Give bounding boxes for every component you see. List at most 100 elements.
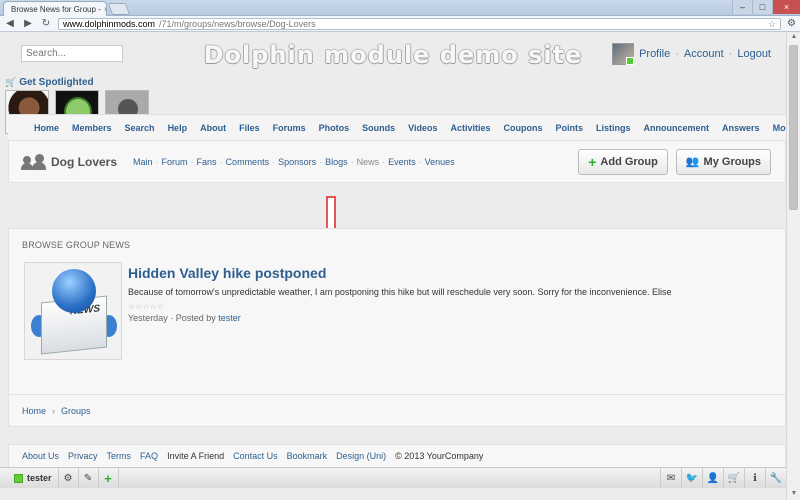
- footer-link-terms[interactable]: Terms: [107, 451, 132, 461]
- footer-link-invite[interactable]: Invite A Friend: [167, 451, 224, 461]
- nav-item-files[interactable]: Files: [239, 123, 260, 133]
- cart-icon[interactable]: 🛒: [723, 468, 744, 488]
- scrollbar-thumb[interactable]: [789, 45, 798, 210]
- profile-link[interactable]: Profile: [639, 48, 670, 60]
- group-tab-fans[interactable]: Fans: [197, 157, 217, 167]
- group-tab-events[interactable]: Events: [388, 157, 416, 167]
- maximize-button[interactable]: □: [752, 0, 772, 14]
- minimize-button[interactable]: –: [732, 0, 752, 14]
- news-item-text: Because of tomorrow's unpredictable weat…: [128, 287, 672, 297]
- browser-tabbar: Browse News for Group - × – □ ×: [0, 0, 800, 16]
- group-tab-comments[interactable]: Comments: [226, 157, 270, 167]
- my-groups-button[interactable]: 👥 My Groups: [675, 148, 771, 175]
- nav-item-sounds[interactable]: Sounds: [362, 123, 395, 133]
- nav-item-answers[interactable]: Answers: [722, 123, 760, 133]
- footer-link-bookmark[interactable]: Bookmark: [287, 451, 328, 461]
- settings-gear-icon[interactable]: ⚙: [59, 468, 79, 488]
- nav-item-points[interactable]: Points: [556, 123, 584, 133]
- footer-link-faq[interactable]: FAQ: [140, 451, 158, 461]
- group-users-icon: [21, 153, 46, 170]
- separator-dot: ·: [319, 156, 323, 167]
- news-browse-box: BROWSE GROUP NEWS Hidden Valley hike pos…: [8, 228, 786, 413]
- nav-item-videos[interactable]: Videos: [408, 123, 437, 133]
- separator-dot: ·: [219, 156, 223, 167]
- reload-icon[interactable]: ↻: [40, 18, 52, 29]
- user-avatar[interactable]: [612, 43, 635, 65]
- browser-tab[interactable]: Browse News for Group - ×: [3, 1, 107, 16]
- group-tab-main[interactable]: Main: [133, 157, 153, 167]
- nav-item-home[interactable]: Home: [34, 123, 59, 133]
- spotlight-label: Get Spotlighted: [19, 77, 94, 88]
- add-group-button[interactable]: + Add Group: [578, 148, 668, 175]
- separator-dot: ·: [272, 156, 276, 167]
- new-tab-button[interactable]: [107, 3, 131, 15]
- add-group-label: Add Group: [600, 155, 658, 168]
- toolbar-user[interactable]: tester: [8, 468, 59, 488]
- nav-item-photos[interactable]: Photos: [319, 123, 350, 133]
- news-item-title[interactable]: Hidden Valley hike postponed: [128, 265, 326, 281]
- footer-link-about[interactable]: About Us: [22, 451, 59, 461]
- separator-dot: ·: [675, 48, 679, 60]
- url-host: www.dolphinmods.com: [63, 18, 156, 29]
- edit-icon[interactable]: ✎: [79, 468, 99, 488]
- news-item-meta: Yesterday · Posted by tester: [128, 313, 241, 323]
- nav-item-activities[interactable]: Activities: [450, 123, 490, 133]
- group-tab-blogs[interactable]: Blogs: [325, 157, 348, 167]
- nav-item-help[interactable]: Help: [168, 123, 188, 133]
- group-tab-venues[interactable]: Venues: [425, 157, 455, 167]
- group-tab-news[interactable]: News: [357, 157, 380, 167]
- tab-close-icon[interactable]: ×: [104, 5, 106, 14]
- nav-item-members[interactable]: Members: [72, 123, 112, 133]
- logout-link[interactable]: Logout: [737, 48, 771, 60]
- breadcrumb-groups[interactable]: Groups: [61, 406, 91, 416]
- window-controls: – □ ×: [732, 0, 800, 14]
- scroll-down-icon[interactable]: ▼: [787, 490, 800, 500]
- group-name: Dog Lovers: [51, 154, 118, 169]
- url-path: /71/m/groups/news/browse/Dog-Lovers: [159, 18, 316, 29]
- twitter-icon[interactable]: 🐦: [681, 468, 702, 488]
- group-actions: + Add Group 👥 My Groups: [578, 148, 771, 175]
- back-icon[interactable]: ◀: [4, 18, 16, 29]
- rating-stars[interactable]: ☆☆☆☆☆: [128, 302, 164, 311]
- scroll-up-icon[interactable]: ▲: [787, 33, 800, 43]
- bookmark-star-icon[interactable]: ☆: [768, 19, 776, 29]
- info-icon[interactable]: ℹ: [744, 468, 765, 488]
- footer-link-contact[interactable]: Contact Us: [233, 451, 278, 461]
- nav-item-search[interactable]: Search: [125, 123, 155, 133]
- news-thumbnail[interactable]: [24, 262, 122, 360]
- breadcrumb-home[interactable]: Home: [22, 406, 46, 416]
- group-tab-forum[interactable]: Forum: [162, 157, 188, 167]
- forward-icon[interactable]: ▶: [22, 18, 34, 29]
- news-date: Yesterday: [128, 313, 168, 323]
- add-plus-icon[interactable]: +: [99, 468, 119, 488]
- wrench-icon[interactable]: 🔧: [765, 468, 786, 488]
- group-tab-sponsors[interactable]: Sponsors: [278, 157, 316, 167]
- nav-item-announcement[interactable]: Announcement: [644, 123, 710, 133]
- footer-link-privacy[interactable]: Privacy: [68, 451, 98, 461]
- nav-item-about[interactable]: About: [200, 123, 226, 133]
- tab-title: Browse News for Group -: [11, 4, 101, 14]
- user-status-icon: [14, 473, 23, 483]
- news-reader-icon: [52, 269, 96, 313]
- close-window-button[interactable]: ×: [772, 0, 800, 14]
- wrench-icon[interactable]: ⚙: [787, 18, 796, 29]
- toolbar-left: tester ⚙ ✎ +: [8, 468, 119, 488]
- nav-item-coupons[interactable]: Coupons: [504, 123, 543, 133]
- cart-icon: 🛒: [5, 77, 17, 87]
- plus-icon: +: [588, 153, 597, 170]
- nav-item-listings[interactable]: Listings: [596, 123, 631, 133]
- toolbar-username: tester: [27, 473, 52, 483]
- account-link[interactable]: Account: [684, 48, 724, 60]
- mail-icon[interactable]: ✉: [660, 468, 681, 488]
- footer-link-design[interactable]: Design (Uni): [336, 451, 386, 461]
- page-viewport: Dolphin module demo site Profile · Accou…: [0, 33, 786, 500]
- person-icon[interactable]: 👤: [702, 468, 723, 488]
- copyright: © 2013 YourCompany: [395, 451, 484, 461]
- nav-item-more[interactable]: More: [773, 123, 786, 133]
- url-input[interactable]: www.dolphinmods.com/71/m/groups/news/bro…: [58, 17, 782, 30]
- author-link[interactable]: tester: [218, 313, 241, 323]
- vertical-scrollbar[interactable]: ▲ ▼: [786, 33, 800, 500]
- separator-dot: ·: [155, 156, 159, 167]
- spotlight-title[interactable]: 🛒 Get Spotlighted: [5, 77, 94, 88]
- nav-item-forums[interactable]: Forums: [273, 123, 306, 133]
